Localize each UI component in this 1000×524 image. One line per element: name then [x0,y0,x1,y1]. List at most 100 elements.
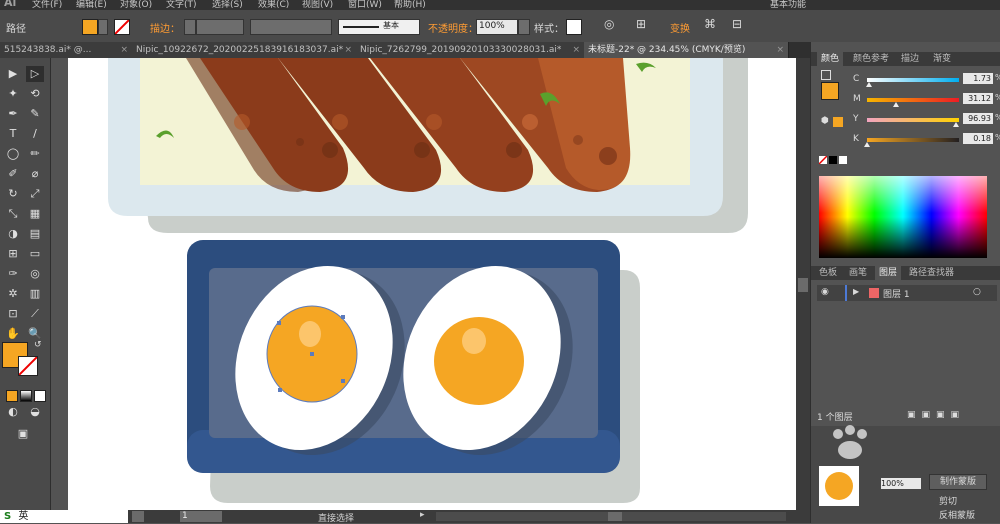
status-menu-icon[interactable]: ▸ [420,510,425,520]
panel-fill-swatch[interactable] [821,82,839,100]
menu-window[interactable]: 窗口(W) [348,0,382,10]
y-slider-row[interactable]: Y 96.93 % [841,113,1000,127]
color-spectrum[interactable] [819,176,987,258]
tab-doc-1[interactable]: 515243838.ai* @... × [0,42,133,58]
close-icon[interactable]: × [776,42,784,58]
k-slider-knob[interactable] [864,142,870,147]
close-icon[interactable]: × [572,42,580,58]
horizontal-scrollbar[interactable] [436,512,786,521]
menu-object[interactable]: 对象(O) [120,0,152,10]
ellipse-tool-icon[interactable]: ◯ [4,146,22,162]
tab-brushes[interactable]: 画笔 [845,266,871,280]
opacity-link[interactable]: 不透明度： [428,20,478,35]
mesh-tool-icon[interactable]: ⊞ [4,246,22,262]
scale-tool-icon[interactable]: ⤢ [26,186,44,202]
free-transform-tool-icon[interactable]: ▦ [26,206,44,222]
close-icon[interactable]: × [344,42,352,58]
zoom-dropdown[interactable] [132,511,144,522]
menu-help[interactable]: 帮助(H) [394,0,426,10]
magic-wand-tool-icon[interactable]: ✦ [4,86,22,102]
menu-effect[interactable]: 效果(C) [258,0,289,10]
rotate-tool-icon[interactable]: ↻ [4,186,22,202]
transform-link[interactable]: 变换 [670,20,690,35]
perspective-grid-tool-icon[interactable]: ▤ [26,226,44,242]
c-slider-knob[interactable] [865,82,872,87]
tab-gradient[interactable]: 渐变 [929,52,955,66]
white-swatch[interactable] [839,156,847,164]
fill-swatch[interactable] [82,19,98,35]
artboard-nav-input[interactable]: 1 [180,511,222,522]
menu-file[interactable]: 文件(F) [32,0,62,10]
m-slider-knob[interactable] [892,102,899,107]
k-slider[interactable] [867,138,959,142]
blend-tool-icon[interactable]: ◎ [26,266,44,282]
stroke-weight-input[interactable] [196,19,244,35]
menu-select[interactable]: 选择(S) [212,0,243,10]
tab-color[interactable]: 颜色 [817,52,844,66]
target-icon[interactable]: ○ [973,287,981,297]
tab-layers[interactable]: 图层 [875,266,902,280]
c-slider[interactable] [867,78,959,82]
slice-tool-icon[interactable]: ⟋ [26,306,44,322]
fill-dropdown[interactable] [98,19,108,35]
arrange-icon[interactable]: ⊟ [732,17,742,31]
c-slider-row[interactable]: C 1.73 % [841,73,1000,87]
artboard-tool-icon[interactable]: ⊡ [4,306,22,322]
curvature-tool-icon[interactable]: ✎ [26,106,44,122]
hand-tool-icon[interactable]: ✋ [4,326,22,342]
opacity-input[interactable]: 100% [476,19,518,35]
swap-colors-icon[interactable]: ↺ [34,340,42,350]
draw-normal-icon[interactable]: ◐ [4,404,22,420]
tab-pathfinder[interactable]: 路径查找器 [905,266,958,280]
graph-tool-icon[interactable]: ▥ [26,286,44,302]
anchor-point[interactable] [310,352,314,356]
tab-stroke[interactable]: 描边 [897,52,923,66]
menu-type[interactable]: 文字(T) [166,0,197,10]
anchor-point[interactable] [278,388,282,392]
eraser-tool-icon[interactable]: ⌀ [26,166,44,182]
layer-actions-icons[interactable]: ▣▣▣▣ [907,410,965,420]
anchor-point[interactable] [341,379,345,383]
isolate-icon[interactable]: ⌘ [704,17,716,31]
stroke-color-box[interactable] [18,356,38,376]
graphic-style-swatch[interactable] [566,19,582,35]
tab-doc-2[interactable]: Nipic_10922672_20200225183916183037.ai* × [132,42,357,58]
gradient-tool-icon[interactable]: ▭ [26,246,44,262]
menu-edit[interactable]: 编辑(E) [76,0,107,10]
invert-mask-label[interactable]: 反相蒙版 [939,508,975,521]
eyedropper-tool-icon[interactable]: ✑ [4,266,22,282]
y-slider-knob[interactable] [953,122,960,127]
brush-style-dropdown[interactable]: 基本 [338,19,420,35]
tab-doc-3[interactable]: Nipic_7262799_20190920103330028031.ai* × [356,42,585,58]
y-slider[interactable] [867,118,959,122]
stroke-link[interactable]: 描边： [150,20,180,35]
color-mode-button[interactable] [6,390,18,402]
expand-arrow-icon[interactable]: ▶ [853,287,859,296]
none-mode-button[interactable] [34,390,46,402]
menu-view[interactable]: 视图(V) [302,0,333,10]
scrollbar-thumb[interactable] [798,278,808,292]
pencil-tool-icon[interactable]: ✐ [4,166,22,182]
lasso-tool-icon[interactable]: ⟲ [26,86,44,102]
direct-selection-tool-icon[interactable]: ▷ [26,66,44,82]
selection-tool-icon[interactable]: ▶ [4,66,22,82]
pen-tool-icon[interactable]: ✒ [4,106,22,122]
clip-label[interactable]: 剪切 [939,494,957,507]
width-tool-icon[interactable]: ⤡ [4,206,22,222]
artboard-canvas[interactable] [68,58,796,510]
eye-icon[interactable]: ◉ [821,287,829,297]
layer-name[interactable]: 图层 1 [883,287,910,300]
draw-behind-icon[interactable]: ◒ [26,404,44,420]
screen-mode-icon[interactable]: ▣ [14,426,32,442]
stroke-swatch[interactable] [114,19,130,35]
m-slider-row[interactable]: M 31.12 % [841,93,1000,107]
scrollbar-thumb[interactable] [608,512,622,521]
opacity-dropdown[interactable] [518,19,530,35]
align-icon[interactable]: ⊞ [636,17,646,31]
tab-color-guide[interactable]: 颜色参考 [849,52,893,66]
line-tool-icon[interactable]: / [26,126,44,142]
type-tool-icon[interactable]: T [4,126,22,142]
stroke-weight-stepper[interactable] [184,19,196,35]
vertical-scrollbar[interactable] [796,58,810,510]
layer-row[interactable]: ◉ ▶ 图层 1 ○ [817,285,997,301]
